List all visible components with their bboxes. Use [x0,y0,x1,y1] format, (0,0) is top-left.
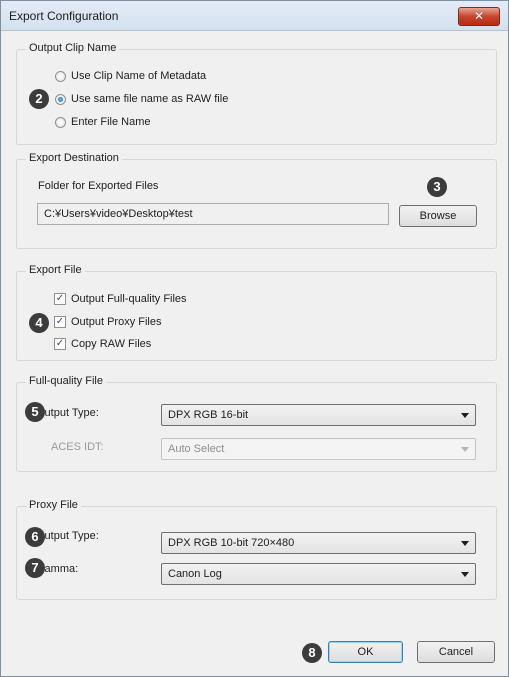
radio-button[interactable] [55,70,66,82]
checkbox-copy-raw[interactable]: ✓ Copy RAW Files [54,338,151,350]
chevron-down-icon [461,541,469,546]
proxy-output-type-select[interactable]: DPX RGB 10-bit 720×480 [161,532,476,554]
callout-badge-2: 2 [29,89,49,109]
proxy-file-group: Proxy File Output Type: DPX RGB 10-bit 7… [16,499,497,600]
chevron-down-icon [461,572,469,577]
callout-badge-8: 8 [302,643,322,663]
folder-path-field[interactable]: C:¥Users¥video¥Desktop¥test [37,203,389,225]
gamma-select[interactable]: Canon Log [161,563,476,585]
radio-enter-file-name[interactable]: Enter File Name [55,116,150,128]
checkbox-output-proxy[interactable]: ✓ Output Proxy Files [54,316,161,328]
export-destination-group: Export Destination Folder for Exported F… [16,152,497,249]
aces-idt-select[interactable]: Auto Select [161,438,476,460]
radio-label: Use Clip Name of Metadata [71,70,207,82]
title-bar: Export Configuration ✕ [1,1,508,31]
export-file-group: Export File ✓ Output Full-quality Files … [16,264,497,361]
aces-idt-label: ACES IDT: [51,441,104,453]
radio-button[interactable] [55,116,66,128]
checkbox-label: Output Full-quality Files [71,293,187,305]
export-configuration-dialog: Export Configuration ✕ Output Clip Name … [0,0,509,677]
checkbox-label: Copy RAW Files [71,338,152,350]
checkbox-checked[interactable]: ✓ [54,293,66,305]
output-clip-name-group: Output Clip Name Use Clip Name of Metada… [16,42,497,145]
proxy-file-legend: Proxy File [26,499,81,511]
checkbox-output-full-quality[interactable]: ✓ Output Full-quality Files [54,293,187,305]
selected-value: Canon Log [168,568,222,580]
callout-badge-3: 3 [427,177,447,197]
radio-use-raw-file-name[interactable]: Use same file name as RAW file [55,93,228,105]
export-file-legend: Export File [26,264,85,276]
window-title: Export Configuration [9,9,119,23]
selected-value: DPX RGB 10-bit 720×480 [168,537,295,549]
radio-button-selected[interactable] [55,93,66,105]
chevron-down-icon [461,413,469,418]
full-quality-legend: Full-quality File [26,375,106,387]
output-clip-name-legend: Output Clip Name [26,42,120,54]
callout-badge-5: 5 [25,402,45,422]
full-quality-file-group: Full-quality File Output Type: DPX RGB 1… [16,375,497,472]
chevron-down-icon [461,447,469,452]
radio-label: Use same file name as RAW file [71,93,229,105]
checkbox-label: Output Proxy Files [71,316,162,328]
radio-use-clip-name[interactable]: Use Clip Name of Metadata [55,70,206,82]
callout-badge-4: 4 [29,313,49,333]
callout-badge-7: 7 [25,558,45,578]
proxy-output-type-label: Output Type: [36,530,99,542]
checkbox-checked[interactable]: ✓ [54,338,66,350]
browse-button[interactable]: Browse [399,205,477,227]
selected-value: DPX RGB 16-bit [168,409,249,421]
cancel-button[interactable]: Cancel [417,641,495,663]
export-destination-legend: Export Destination [26,152,122,164]
close-icon[interactable]: ✕ [458,7,500,26]
folder-label: Folder for Exported Files [38,180,159,192]
full-quality-output-type-select[interactable]: DPX RGB 16-bit [161,404,476,426]
radio-label: Enter File Name [71,116,151,128]
full-quality-output-type-label: Output Type: [36,407,99,419]
callout-badge-6: 6 [25,527,45,547]
checkbox-checked[interactable]: ✓ [54,316,66,328]
selected-value: Auto Select [168,443,225,455]
ok-button[interactable]: OK [328,641,403,663]
